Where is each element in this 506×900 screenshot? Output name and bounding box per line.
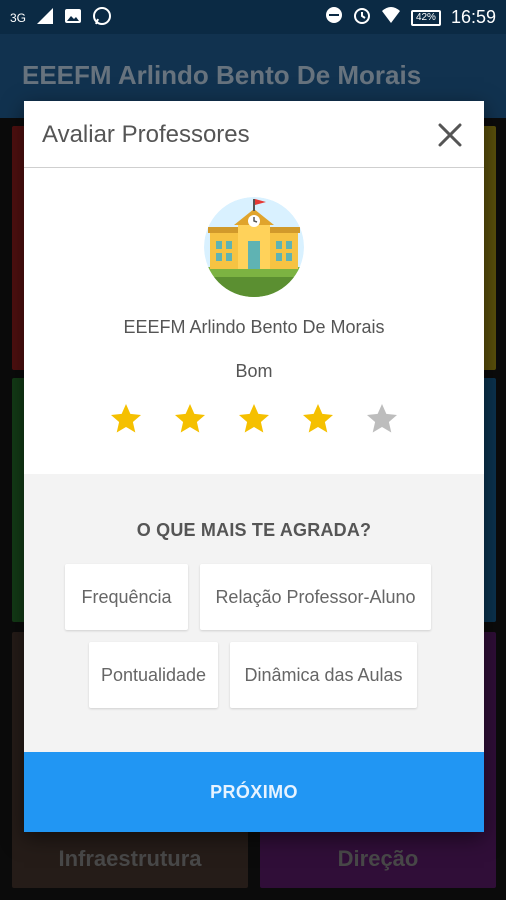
school-name: EEEFM Arlindo Bento De Morais xyxy=(123,317,385,337)
dialog-header: Avaliar Professores xyxy=(24,101,484,168)
image-icon xyxy=(64,7,82,28)
option-chip[interactable]: Frequência xyxy=(65,564,188,630)
question-heading: O QUE MAIS TE AGRADA? xyxy=(136,520,372,540)
status-bar: 3G 42% 16:59 xyxy=(0,0,506,34)
whatsapp-icon xyxy=(92,6,112,29)
option-chip[interactable]: Pontualidade xyxy=(89,642,218,708)
option-chip[interactable]: Dinâmica das Aulas xyxy=(230,642,417,708)
star-icon[interactable] xyxy=(172,401,208,437)
clock: 16:59 xyxy=(450,7,496,27)
star-icon[interactable] xyxy=(236,401,272,437)
network-label: 3G xyxy=(10,10,27,25)
dnd-icon xyxy=(325,6,343,29)
star-icon[interactable] xyxy=(364,401,400,437)
wifi-icon xyxy=(381,6,401,29)
dialog-title: Avaliar Professores xyxy=(42,121,250,148)
preferences-section: O QUE MAIS TE AGRADA? Frequência Relação… xyxy=(24,474,484,752)
star-icon[interactable] xyxy=(108,401,144,437)
rating-label: Bom xyxy=(235,361,273,381)
next-button[interactable]: PRÓXIMO xyxy=(24,752,484,832)
star-icon[interactable] xyxy=(300,401,336,437)
rating-dialog: Avaliar Professores EEEFM Arlindo Bento … xyxy=(24,101,484,832)
school-icon xyxy=(204,197,304,297)
status-left: 3G xyxy=(10,6,112,29)
option-chip[interactable]: Relação Professor-Aluno xyxy=(200,564,431,630)
battery-level: 42% xyxy=(415,11,436,23)
star-rating[interactable] xyxy=(108,401,400,437)
signal-icon xyxy=(36,7,54,28)
status-right: 42% 16:59 xyxy=(325,6,496,29)
battery-icon: 42% xyxy=(410,9,441,26)
alarm-icon xyxy=(353,6,371,29)
close-icon[interactable] xyxy=(434,119,466,151)
